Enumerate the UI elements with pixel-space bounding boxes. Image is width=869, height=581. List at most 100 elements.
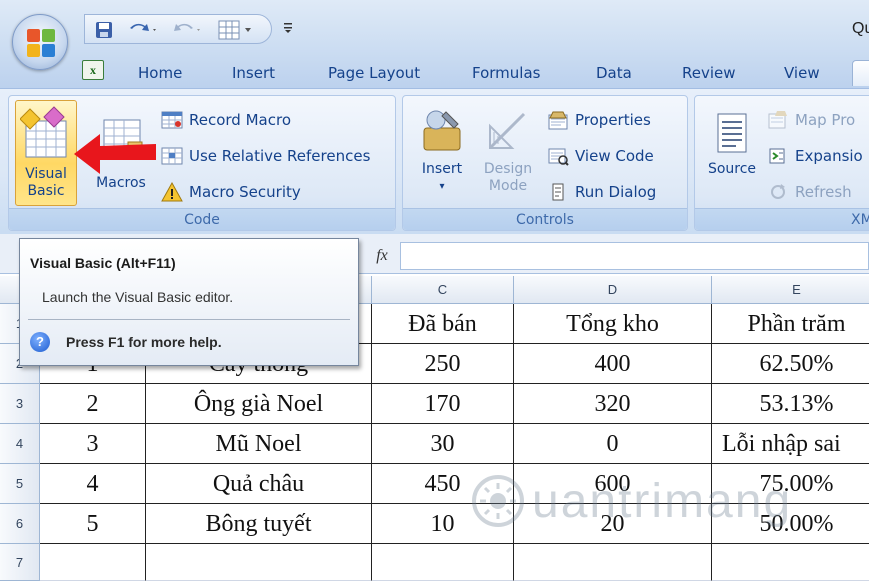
cell-d7[interactable] (514, 544, 712, 581)
cell-c7[interactable] (372, 544, 514, 581)
table-row[interactable]: 170 (372, 384, 514, 424)
visual-basic-label-1: Visual (25, 166, 67, 182)
row-header-4[interactable]: 4 (0, 424, 40, 464)
group-controls-label: Controls (403, 208, 687, 230)
ribbon-tabs: Home Insert Page Layout Formulas Data Re… (0, 56, 869, 88)
design-mode-button[interactable]: Design Mode (475, 100, 541, 206)
table-row[interactable]: Ông già Noel (146, 384, 372, 424)
table-row[interactable]: 20 (514, 504, 712, 544)
properties-icon (547, 110, 569, 130)
expansion-packs-label: Expansio (795, 147, 863, 165)
tab-page-layout[interactable]: Page Layout (328, 60, 420, 86)
expansion-packs-icon (767, 146, 789, 166)
tab-data[interactable]: Data (596, 60, 632, 86)
cell-b7[interactable] (146, 544, 372, 581)
row-header-5[interactable]: 5 (0, 464, 40, 504)
insert-function-icon[interactable]: fx (366, 242, 398, 270)
row-header-3[interactable]: 3 (0, 384, 40, 424)
table-row[interactable]: 250 (372, 344, 514, 384)
use-relative-references-label: Use Relative References (189, 147, 371, 165)
map-properties-icon (767, 110, 789, 130)
tooltip-divider (28, 319, 350, 320)
qat-customize-icon[interactable] (283, 16, 297, 38)
map-properties-button[interactable]: Map Pro (767, 106, 855, 134)
view-code-button[interactable]: View Code (547, 142, 654, 170)
source-button[interactable]: Source (701, 100, 763, 206)
table-row[interactable]: 10 (372, 504, 514, 544)
table-row[interactable]: Lỗi nhập sai (712, 424, 869, 464)
cell-a7[interactable] (40, 544, 146, 581)
tab-insert[interactable]: Insert (232, 60, 275, 86)
tab-review[interactable]: Review (682, 60, 736, 86)
table-row[interactable]: Bông tuyết (146, 504, 372, 544)
office-button[interactable] (12, 14, 68, 70)
macros-button[interactable]: Macros (81, 100, 161, 206)
formula-input[interactable] (400, 242, 869, 270)
window-title: Qu (852, 20, 869, 37)
column-header-e[interactable]: E (712, 276, 869, 304)
table-row[interactable]: 50.00% (712, 504, 869, 544)
table-row[interactable]: 600 (514, 464, 712, 504)
table-row[interactable]: 320 (514, 384, 712, 424)
cell-c1[interactable]: Đã bán (372, 304, 514, 344)
ribbon: Visual Basic Macros Record Macro Use Rel… (0, 88, 869, 234)
grid-icon[interactable] (215, 19, 257, 41)
table-row[interactable]: 62.50% (712, 344, 869, 384)
design-mode-icon (488, 112, 526, 150)
macros-label: Macros (96, 175, 146, 191)
tab-view[interactable]: View (784, 60, 820, 86)
group-controls: Insert ▾ Design Mode Properties View Cod… (402, 95, 688, 231)
tab-formulas[interactable]: Formulas (472, 60, 540, 86)
undo-icon[interactable] (125, 19, 161, 41)
source-label: Source (707, 161, 757, 177)
insert-control-button[interactable]: Insert ▾ (409, 100, 475, 206)
record-macro-button[interactable]: Record Macro (161, 106, 291, 134)
cell-e1[interactable]: Phần trăm (712, 304, 869, 344)
redo-icon[interactable] (169, 19, 205, 41)
column-header-d[interactable]: D (514, 276, 712, 304)
insert-control-label: Insert (421, 161, 463, 177)
table-row[interactable]: 0 (514, 424, 712, 464)
visual-basic-button[interactable]: Visual Basic (15, 100, 77, 206)
help-icon: ? (30, 332, 50, 352)
refresh-data-button[interactable]: Refresh (767, 178, 852, 206)
run-dialog-button[interactable]: Run Dialog (547, 178, 656, 206)
expansion-packs-button[interactable]: Expansio (767, 142, 863, 170)
group-xml: Source Map Pro Expansio Refresh XM (694, 95, 869, 231)
table-row[interactable]: 450 (372, 464, 514, 504)
tooltip-title: Visual Basic (Alt+F11) (30, 255, 176, 271)
table-row[interactable]: 5 (40, 504, 146, 544)
table-row[interactable]: 30 (372, 424, 514, 464)
run-dialog-icon (547, 182, 569, 202)
run-dialog-label: Run Dialog (575, 183, 657, 201)
table-row[interactable]: 4 (40, 464, 146, 504)
table-row[interactable]: Mũ Noel (146, 424, 372, 464)
xml-source-icon (717, 113, 747, 153)
table-row[interactable]: 2 (40, 384, 146, 424)
visual-basic-icon (19, 106, 67, 158)
column-header-c[interactable]: C (372, 276, 514, 304)
record-macro-icon (161, 110, 183, 130)
tab-home[interactable]: Home (138, 60, 182, 86)
tooltip-description: Launch the Visual Basic editor. (42, 289, 234, 305)
design-mode-label-2: Mode (488, 178, 528, 194)
properties-button[interactable]: Properties (547, 106, 651, 134)
relative-references-icon (161, 146, 183, 166)
macro-security-button[interactable]: Macro Security (161, 178, 301, 206)
table-row[interactable]: 3 (40, 424, 146, 464)
title-bar: Qu (0, 0, 869, 56)
table-row[interactable]: Quả châu (146, 464, 372, 504)
cell-d1[interactable]: Tổng kho (514, 304, 712, 344)
table-row[interactable]: 53.13% (712, 384, 869, 424)
chevron-down-icon: ▾ (439, 181, 445, 192)
use-relative-references-button[interactable]: Use Relative References (161, 142, 370, 170)
tab-developer[interactable] (852, 60, 869, 86)
save-icon[interactable] (93, 19, 115, 41)
row-header-6[interactable]: 6 (0, 504, 40, 544)
table-row[interactable]: 400 (514, 344, 712, 384)
table-row[interactable]: 75.00% (712, 464, 869, 504)
cell-e7[interactable] (712, 544, 869, 581)
properties-label: Properties (575, 111, 651, 129)
row-header-7[interactable]: 7 (0, 544, 40, 581)
view-code-icon (547, 146, 569, 166)
